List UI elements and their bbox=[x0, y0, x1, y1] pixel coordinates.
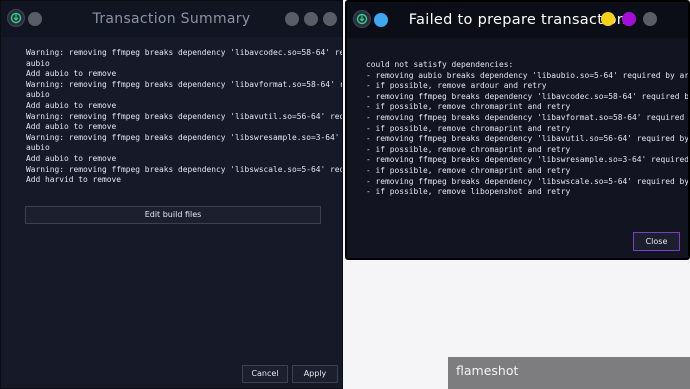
dependency-errors-text: could not satisfy dependencies: - removi… bbox=[366, 60, 690, 197]
window-menu-dot-icon[interactable] bbox=[374, 13, 388, 27]
window-title: Failed to prepare transaction bbox=[408, 12, 627, 28]
edit-build-files-button[interactable]: Edit build files bbox=[25, 206, 321, 224]
close-dot-icon[interactable] bbox=[643, 12, 657, 26]
package-manager-app-icon bbox=[353, 10, 371, 28]
flameshot-bar: flameshot bbox=[448, 357, 690, 389]
close-button[interactable]: Close bbox=[633, 232, 680, 251]
package-manager-app-icon bbox=[7, 9, 25, 27]
transaction-summary-window: Transaction Summary Warning: removing ff… bbox=[0, 0, 343, 389]
maximize-dot-icon[interactable] bbox=[304, 12, 318, 26]
title-bar[interactable]: Failed to prepare transaction bbox=[347, 2, 688, 38]
minimize-dot-icon[interactable] bbox=[601, 12, 615, 26]
apply-button[interactable]: Apply bbox=[292, 365, 338, 383]
transaction-warnings-text: Warning: removing ffmpeg breaks dependen… bbox=[26, 48, 342, 185]
title-bar[interactable]: Transaction Summary bbox=[1, 1, 342, 37]
minimize-dot-icon[interactable] bbox=[285, 12, 299, 26]
maximize-dot-icon[interactable] bbox=[622, 12, 636, 26]
flameshot-label: flameshot bbox=[456, 363, 519, 378]
close-dot-icon[interactable] bbox=[323, 12, 337, 26]
cancel-button[interactable]: Cancel bbox=[242, 365, 288, 383]
window-menu-dot-icon[interactable] bbox=[28, 12, 42, 26]
error-dialog-window: Failed to prepare transaction could not … bbox=[345, 0, 690, 260]
